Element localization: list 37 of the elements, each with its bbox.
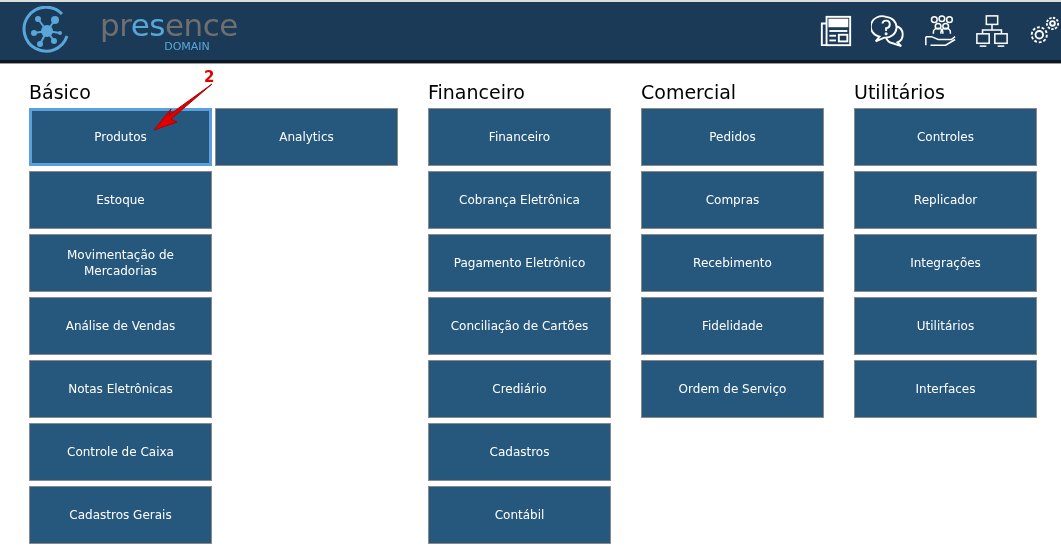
section-heading: Básico: [29, 80, 92, 104]
menu-tile-button[interactable]: Ordem de Serviço: [641, 360, 824, 418]
menu-tile-button[interactable]: Cadastros Gerais: [29, 486, 212, 544]
menu-tile-button[interactable]: Utilitários: [854, 297, 1037, 355]
menu-tile-button[interactable]: Contábil: [428, 486, 611, 544]
menu-tile-button[interactable]: Produtos: [29, 108, 212, 166]
menu-tile-button[interactable]: Integrações: [854, 234, 1037, 292]
menu-tile-button[interactable]: Crediário: [428, 360, 611, 418]
network-computers-icon[interactable]: [975, 14, 1009, 48]
menu-tile-button[interactable]: Pedidos: [641, 108, 824, 166]
menu-tile-button[interactable]: Interfaces: [854, 360, 1037, 418]
menu-tile-button[interactable]: Recebimento: [641, 234, 824, 292]
menu-tile-button[interactable]: Pagamento Eletrônico: [428, 234, 611, 292]
section-heading: Financeiro: [428, 80, 526, 104]
menu-tile-button[interactable]: Conciliação de Cartões: [428, 297, 611, 355]
logo-subtext: DOMAIN: [164, 41, 210, 52]
menu-tile-button[interactable]: Movimentação de Mercadorias: [29, 234, 212, 292]
menu-tile-button[interactable]: Analytics: [215, 108, 398, 166]
people-hand-icon[interactable]: [923, 14, 957, 48]
menu-tile-button[interactable]: Cobrança Eletrônica: [428, 171, 611, 229]
menu-tile-button[interactable]: Controle de Caixa: [29, 423, 212, 481]
menu-tile-button[interactable]: Estoque: [29, 171, 212, 229]
step-number: 2: [204, 68, 215, 86]
menu-tile-button[interactable]: Replicador: [854, 171, 1037, 229]
section-heading: Utilitários: [854, 80, 946, 104]
menu-tile-button[interactable]: Financeiro: [428, 108, 611, 166]
newspaper-icon[interactable]: [819, 14, 853, 48]
menu-tile-button[interactable]: Compras: [641, 171, 824, 229]
menu-tile-button[interactable]: Cadastros: [428, 423, 611, 481]
menu-tile-button[interactable]: Notas Eletrônicas: [29, 360, 212, 418]
menu-tile-button[interactable]: Análise de Vendas: [29, 297, 212, 355]
menu-tile-button[interactable]: Controles: [854, 108, 1037, 166]
menu-tile-button[interactable]: Fidelidade: [641, 297, 824, 355]
pointer-arrow-icon: [152, 82, 214, 132]
logo-text: presence: [100, 10, 238, 41]
help-chat-icon[interactable]: [871, 14, 905, 48]
section-heading: Comercial: [641, 80, 738, 104]
